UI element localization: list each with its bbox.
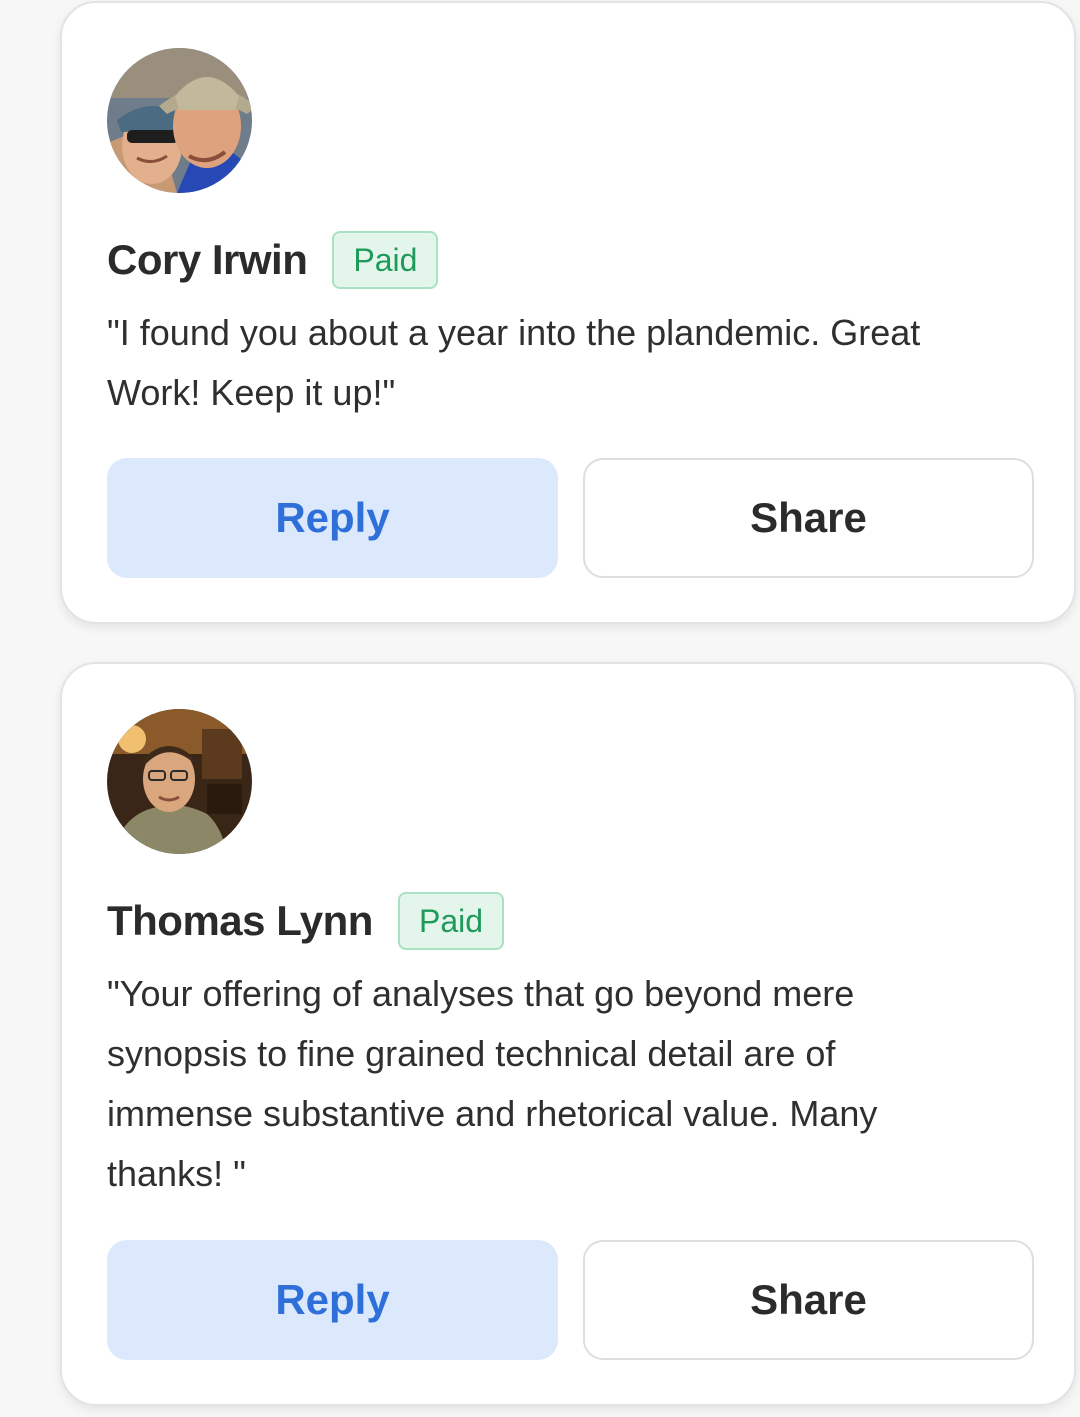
comment-text: "I found you about a year into the pland… <box>107 312 921 413</box>
share-button[interactable]: Share <box>583 458 1034 578</box>
comment-card: Cory Irwin Paid "I found you about a yea… <box>60 1 1076 624</box>
author-row: Cory Irwin Paid <box>107 229 439 291</box>
avatar[interactable] <box>107 48 252 193</box>
avatar[interactable] <box>107 709 252 854</box>
paid-badge: Paid <box>397 892 505 950</box>
comment-feed: Cory Irwin Paid "I found you about a yea… <box>0 0 1080 1417</box>
avatar-photo <box>107 709 252 854</box>
paid-badge: Paid <box>332 231 439 289</box>
author-name[interactable]: Thomas Lynn <box>107 897 373 945</box>
author-name[interactable]: Cory Irwin <box>107 236 308 284</box>
reply-button[interactable]: Reply <box>107 1240 558 1360</box>
comment-card: Thomas Lynn Paid "Your offering of analy… <box>60 662 1076 1406</box>
author-row: Thomas Lynn Paid <box>107 890 505 952</box>
comment-text: "Your offering of analyses that go beyon… <box>107 973 878 1194</box>
avatar-photo <box>107 48 252 193</box>
reply-button[interactable]: Reply <box>107 458 558 578</box>
share-button[interactable]: Share <box>583 1240 1034 1360</box>
